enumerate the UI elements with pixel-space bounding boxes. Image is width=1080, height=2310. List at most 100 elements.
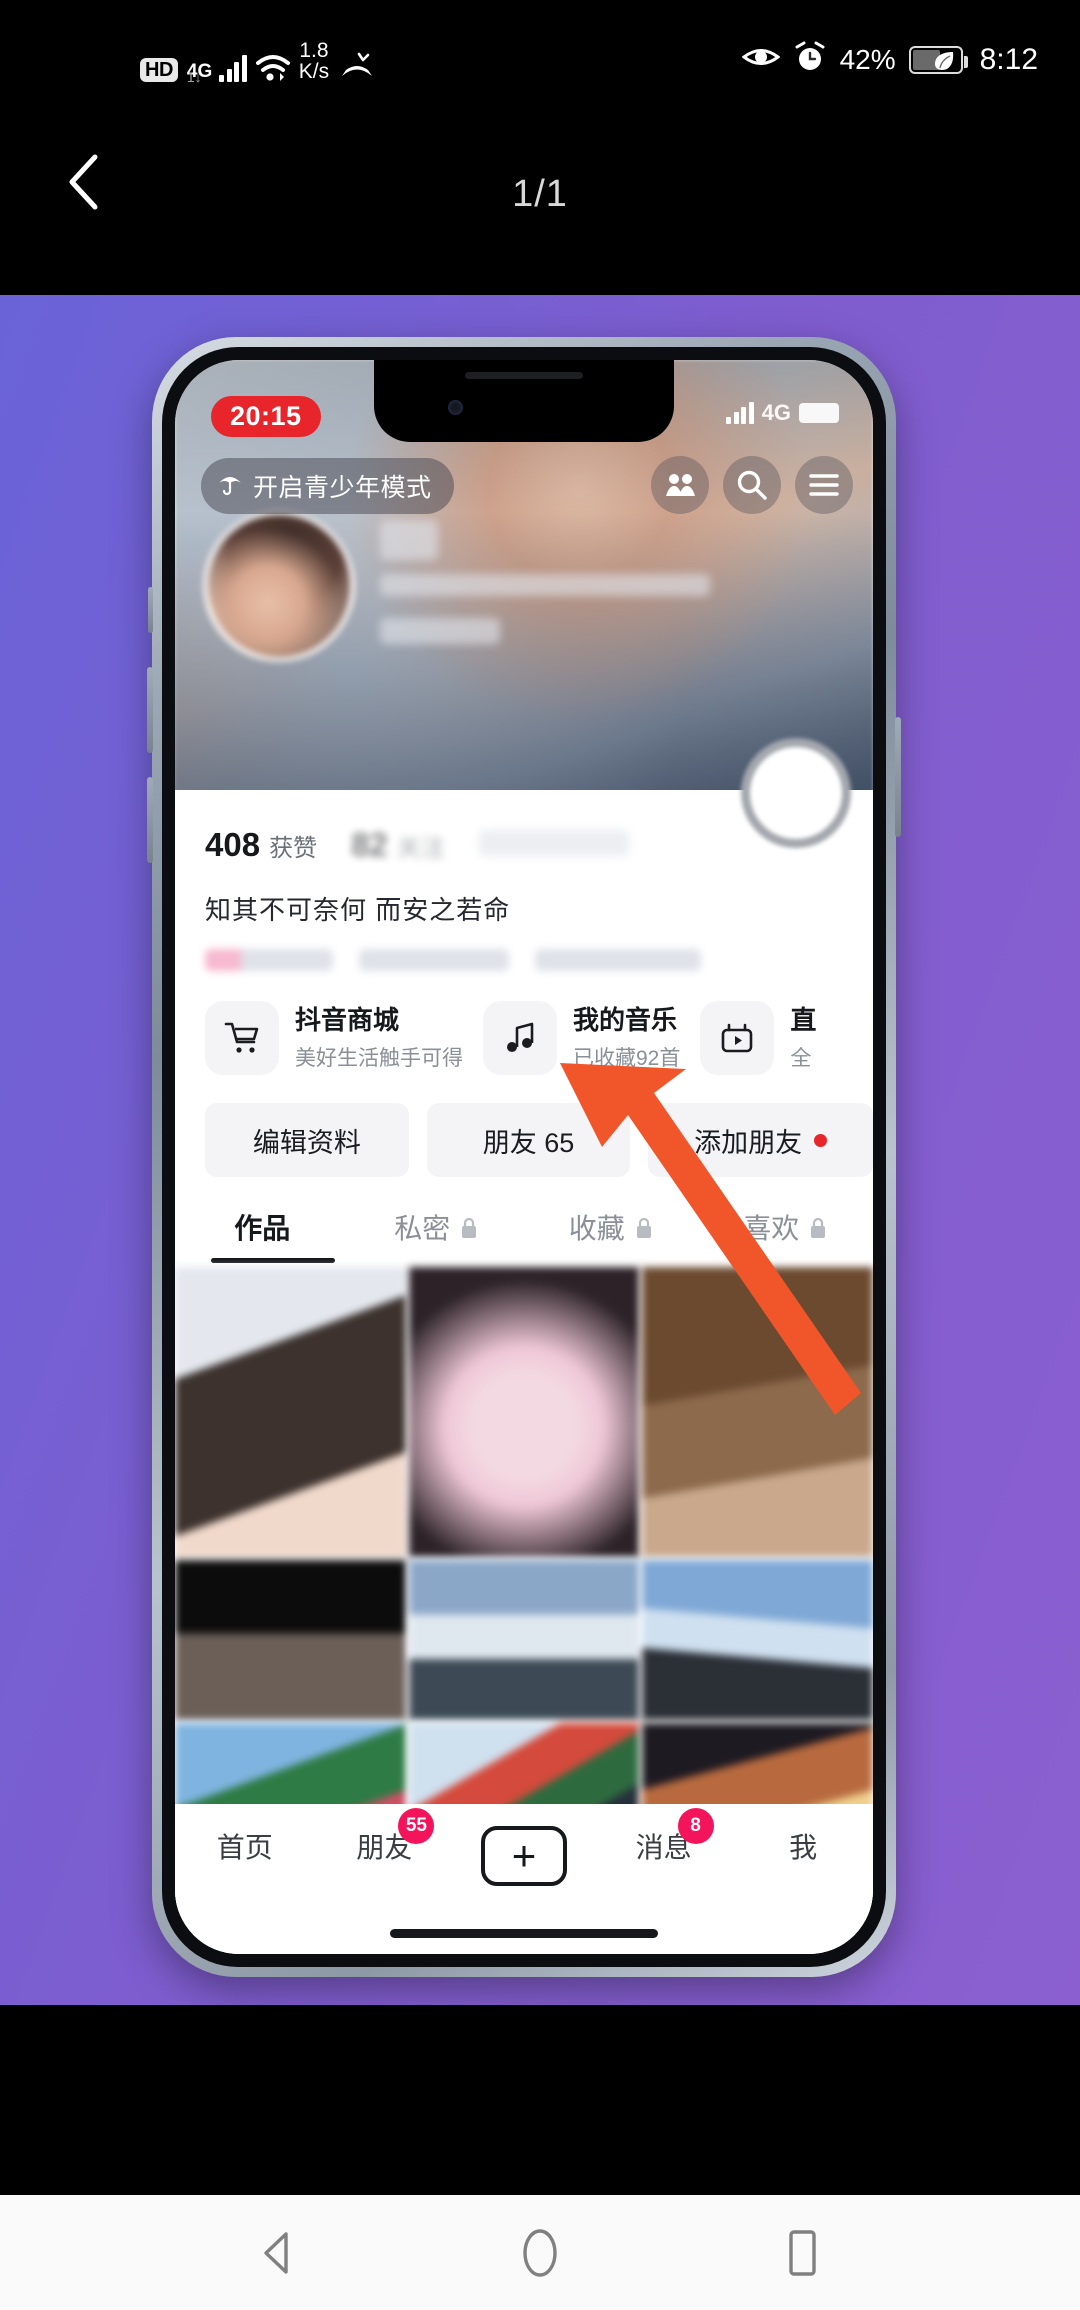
add-friend-button[interactable]: 添加朋友 bbox=[648, 1103, 873, 1177]
profile-entry-cards: 抖音商城 美好生活触手可得 我的音乐 已收藏92首 直 全 bbox=[175, 971, 873, 1075]
friends-icon[interactable] bbox=[651, 456, 709, 514]
edit-profile-button[interactable]: 编辑资料 bbox=[205, 1103, 409, 1177]
system-status-bar: HD 4G 1↓ 1.8 K/s 42% 8:12 bbox=[0, 0, 1080, 110]
tab-collections[interactable]: 收藏 bbox=[524, 1207, 699, 1263]
card-subtitle: 美好生活触手可得 bbox=[295, 1046, 463, 1070]
nav-messages-badge: 8 bbox=[677, 1808, 714, 1844]
video-thumbnail[interactable] bbox=[175, 1267, 406, 1557]
status-bar-right-group: 42% 8:12 bbox=[741, 40, 1038, 79]
tab-likes-label: 喜欢 bbox=[743, 1213, 800, 1244]
status-bar-left-group: HD 4G 1↓ 1.8 K/s bbox=[140, 40, 376, 85]
mock-time-badge: 20:15 bbox=[211, 396, 321, 437]
avatar[interactable] bbox=[203, 510, 355, 662]
profile-tag bbox=[205, 949, 333, 971]
profile-name-block bbox=[380, 520, 710, 644]
profile-content-tabs: 作品 私密 收藏 喜欢 bbox=[175, 1207, 873, 1263]
alarm-icon bbox=[793, 40, 827, 79]
video-thumbnail[interactable] bbox=[175, 1560, 406, 1720]
mock-status-right: 4G bbox=[726, 400, 839, 426]
signal-strength-bars bbox=[219, 54, 247, 82]
profile-bio: 知其不可奈何 而安之若命 bbox=[205, 895, 511, 925]
stat-likes[interactable]: 408 获赞 bbox=[205, 826, 317, 864]
teen-mode-label: 开启青少年模式 bbox=[253, 474, 432, 502]
stat-likes-number: 408 bbox=[205, 826, 261, 863]
card-my-music[interactable]: 我的音乐 已收藏92首 bbox=[483, 1001, 680, 1075]
video-thumbnail[interactable] bbox=[408, 1267, 640, 1557]
profile-tag bbox=[359, 949, 509, 971]
video-thumbnail[interactable] bbox=[408, 1560, 640, 1720]
stat-followers[interactable] bbox=[478, 830, 629, 856]
video-thumbnail[interactable] bbox=[642, 1267, 873, 1557]
data-speed-readout: 1.8 K/s bbox=[299, 40, 329, 82]
tab-active-underline bbox=[211, 1258, 335, 1263]
story-ring-badge[interactable] bbox=[741, 738, 851, 848]
notification-dot-icon bbox=[814, 1133, 828, 1147]
add-friend-label: 添加朋友 bbox=[694, 1127, 803, 1158]
card-title: 我的音乐 bbox=[573, 1005, 678, 1036]
phone-screen: 20:15 4G 开启青少年模式 408 获赞 82 关注 知其不可奈何 而安之… bbox=[175, 360, 873, 1954]
profile-tags bbox=[175, 927, 873, 971]
umbrella-icon bbox=[217, 470, 243, 503]
tab-private-label: 私密 bbox=[394, 1213, 451, 1244]
battery-percent-label: 42% bbox=[839, 43, 896, 75]
phone-volume-down-button bbox=[147, 777, 153, 863]
nav-home[interactable]: 首页 bbox=[175, 1826, 315, 1866]
lock-icon bbox=[808, 1215, 828, 1239]
home-circle-icon[interactable] bbox=[514, 2227, 566, 2279]
nav-friends-badge: 55 bbox=[398, 1808, 435, 1844]
card-title: 抖音商城 bbox=[295, 1005, 400, 1036]
lock-icon bbox=[459, 1215, 479, 1239]
screen-root: HD 4G 1↓ 1.8 K/s 42% 8:12 1/1 20:15 4G 开… bbox=[0, 0, 1080, 2310]
mock-battery-icon bbox=[799, 403, 839, 423]
edit-profile-label: 编辑资料 bbox=[252, 1127, 361, 1158]
tab-likes[interactable]: 喜欢 bbox=[699, 1207, 874, 1263]
video-thumbnail[interactable] bbox=[642, 1560, 873, 1720]
phone-bezel: 20:15 4G 开启青少年模式 408 获赞 82 关注 知其不可奈何 而安之… bbox=[162, 347, 886, 1967]
nav-home-label: 首页 bbox=[216, 1832, 273, 1863]
phone-mute-switch bbox=[148, 587, 153, 633]
page-indicator: 1/1 bbox=[512, 173, 568, 215]
card-douyin-mall[interactable]: 抖音商城 美好生活触手可得 bbox=[205, 1001, 463, 1075]
tab-private[interactable]: 私密 bbox=[350, 1207, 525, 1263]
profile-tag bbox=[535, 949, 701, 971]
card-subtitle: 已收藏92首 bbox=[573, 1046, 681, 1070]
mock-bottom-nav: 首页 朋友 55 + 消息 8 我 bbox=[175, 1804, 873, 1954]
back-triangle-icon[interactable] bbox=[252, 2227, 304, 2279]
stat-following[interactable]: 82 关注 bbox=[351, 826, 445, 864]
card-live-album[interactable]: 直 全 bbox=[700, 1001, 816, 1075]
mock-signal-bars-icon bbox=[726, 402, 754, 424]
battery-saver-icon bbox=[908, 45, 968, 74]
friends-count-label: 朋友 65 bbox=[482, 1127, 575, 1158]
profile-sheet: 408 获赞 82 关注 知其不可奈何 而安之若命 抖音商城 美好生活触手可得 … bbox=[175, 738, 873, 1954]
card-subtitle: 全 bbox=[790, 1046, 812, 1070]
stat-following-number: 82 bbox=[351, 826, 388, 863]
nav-me[interactable]: 我 bbox=[733, 1826, 873, 1866]
nav-create-button[interactable]: + bbox=[454, 1826, 594, 1886]
app-header: 1/1 bbox=[0, 110, 1080, 295]
earpiece-speaker bbox=[465, 372, 583, 379]
mock-network-label: 4G bbox=[761, 400, 791, 425]
menu-icon[interactable] bbox=[795, 456, 853, 514]
lock-icon bbox=[634, 1215, 654, 1239]
nav-messages[interactable]: 消息 8 bbox=[594, 1808, 734, 1866]
search-icon[interactable] bbox=[723, 456, 781, 514]
image-canvas: 20:15 4G 开启青少年模式 408 获赞 82 关注 知其不可奈何 而安之… bbox=[0, 295, 1080, 2005]
nav-friends[interactable]: 朋友 55 bbox=[315, 1808, 455, 1866]
plus-icon: + bbox=[480, 1826, 567, 1886]
network-activity-label: 1↓ bbox=[186, 69, 202, 85]
friends-count-button[interactable]: 朋友 65 bbox=[426, 1103, 631, 1177]
shopping-cart-icon bbox=[205, 1001, 279, 1075]
teen-mode-button[interactable]: 开启青少年模式 bbox=[201, 458, 454, 514]
video-album-icon bbox=[700, 1001, 775, 1075]
nav-me-label: 我 bbox=[789, 1832, 818, 1863]
phone-volume-up-button bbox=[147, 667, 153, 753]
recents-square-icon[interactable] bbox=[776, 2227, 828, 2279]
stat-likes-label: 获赞 bbox=[269, 835, 318, 862]
card-title: 直 bbox=[790, 1005, 817, 1036]
tab-works[interactable]: 作品 bbox=[175, 1207, 350, 1263]
phone-power-button bbox=[895, 717, 901, 837]
data-speed-unit: K/s bbox=[298, 60, 330, 83]
phone-mockup: 20:15 4G 开启青少年模式 408 获赞 82 关注 知其不可奈何 而安之… bbox=[147, 337, 901, 1977]
data-speed-value: 1.8 bbox=[299, 39, 329, 62]
hd-icon: HD bbox=[140, 58, 178, 82]
